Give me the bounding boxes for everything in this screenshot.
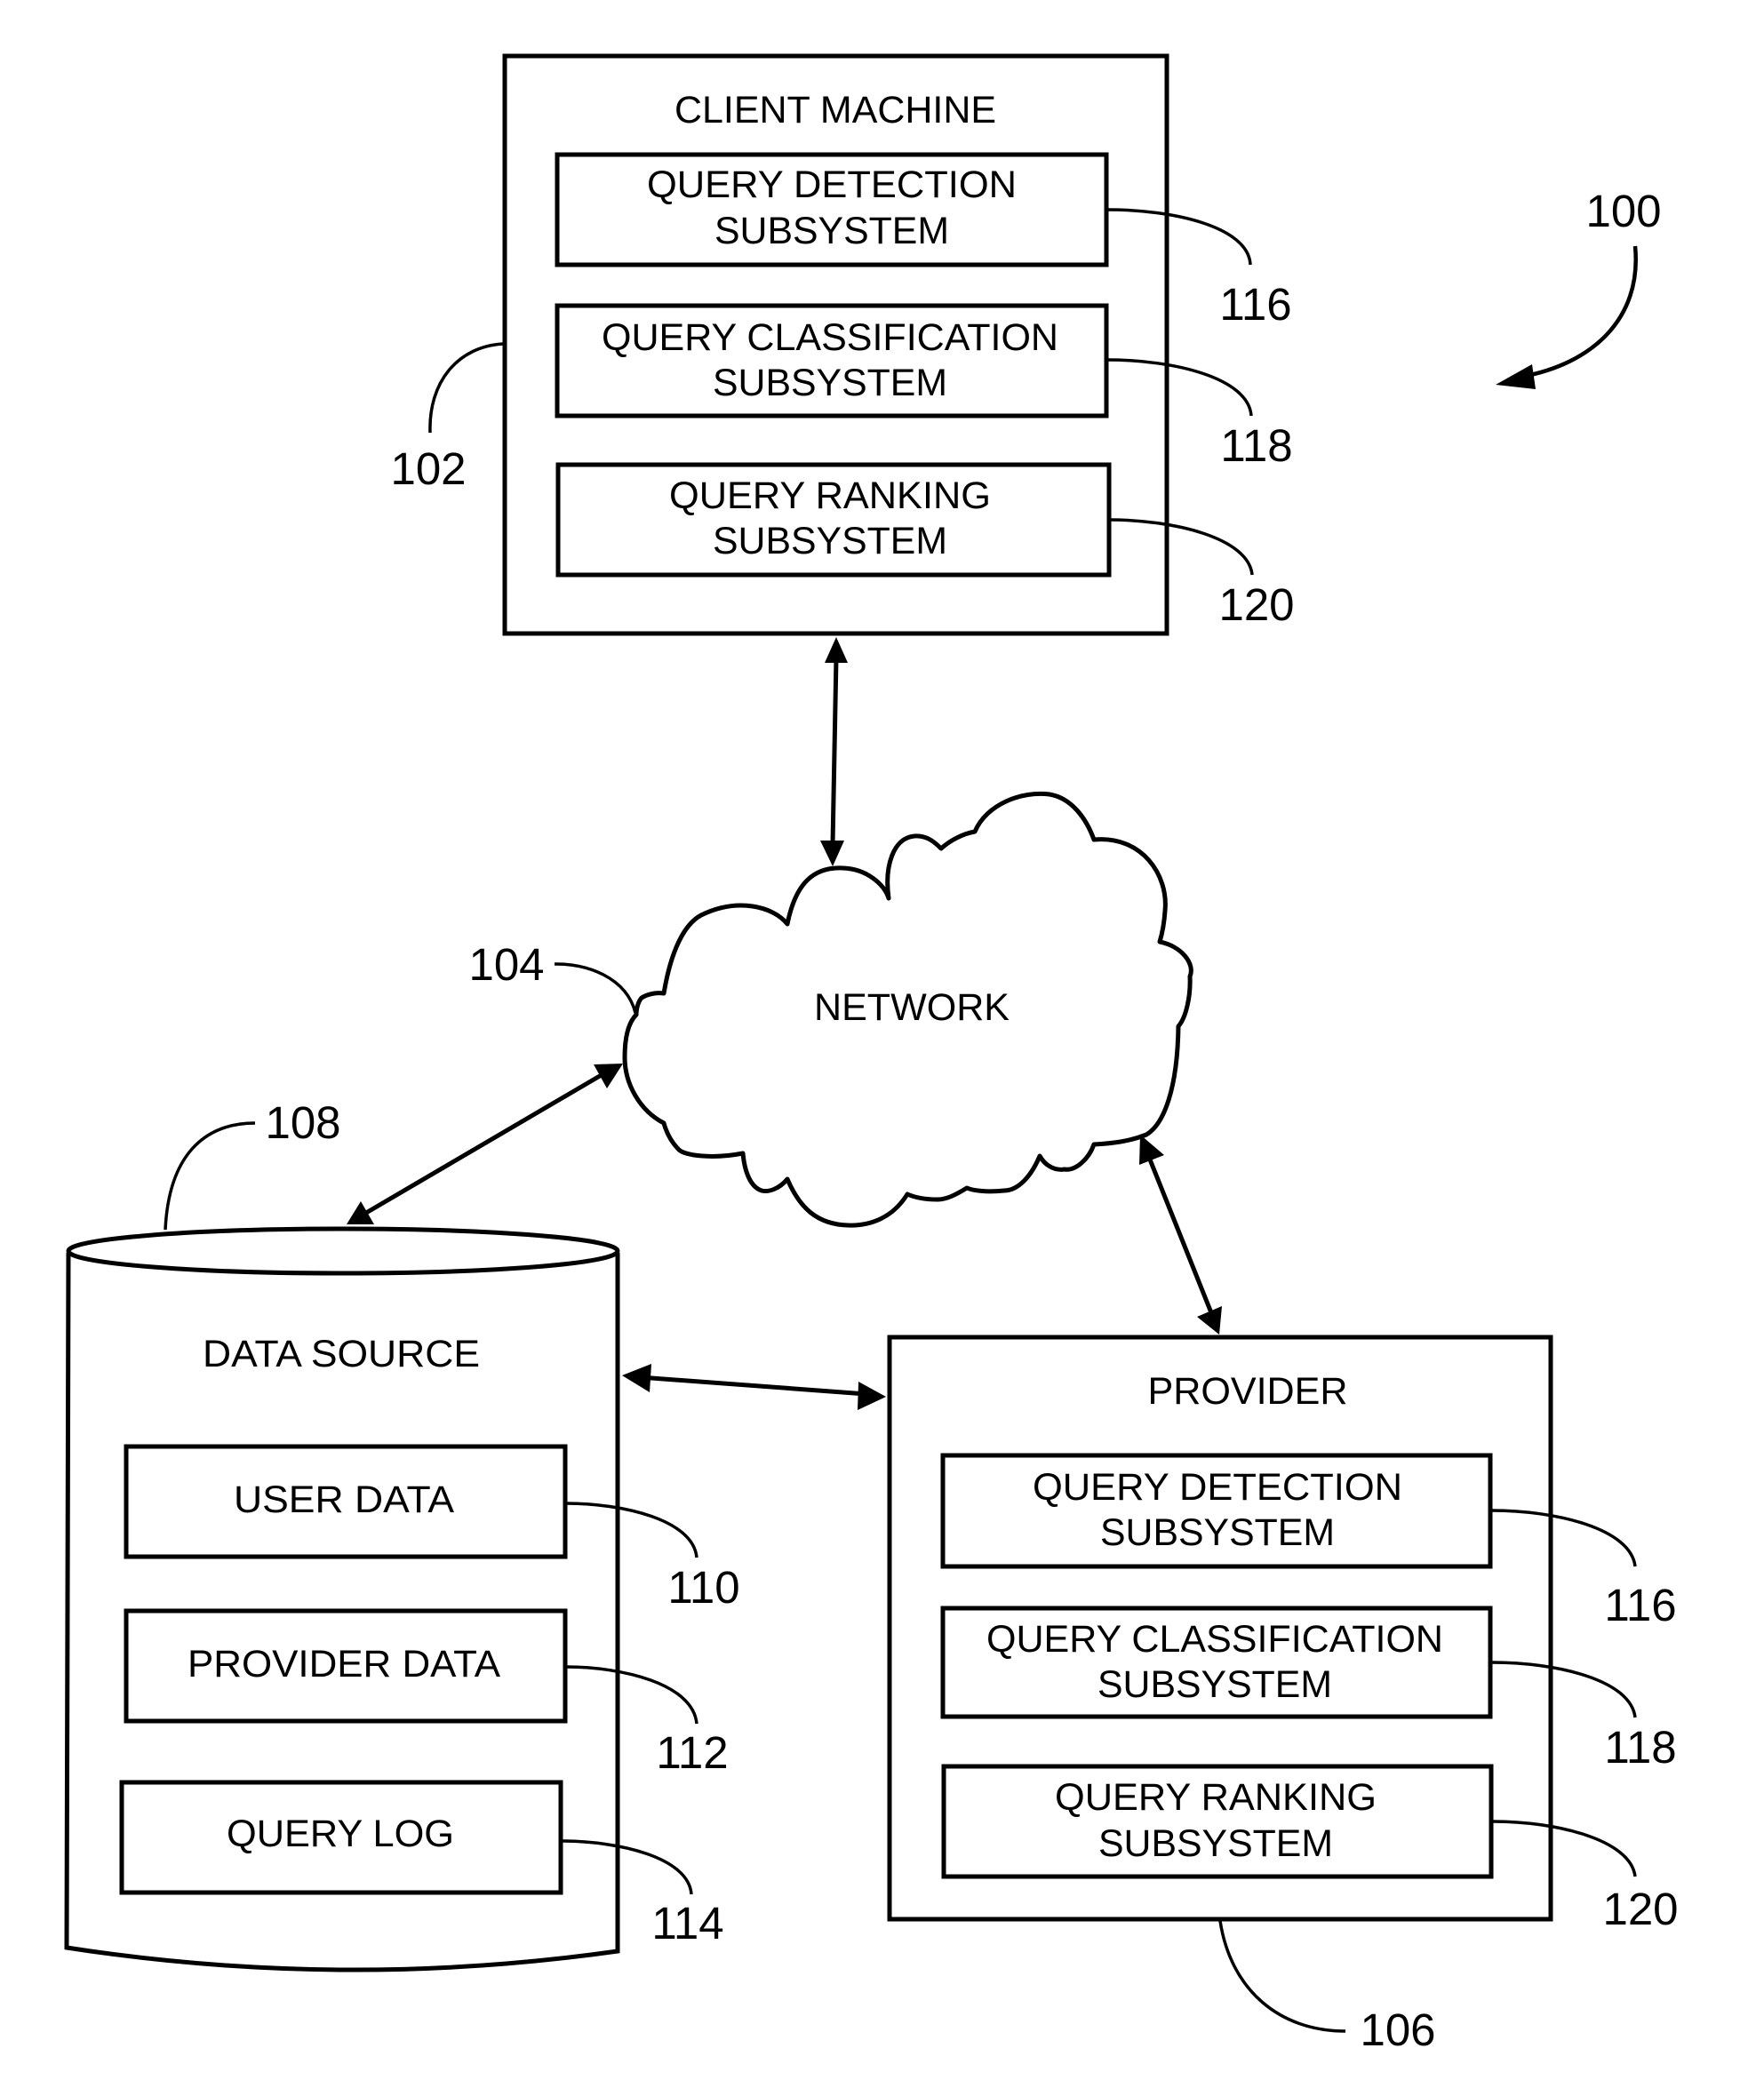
ref-label-104: 104 xyxy=(468,939,544,990)
provider-query-detection-line1: QUERY DETECTION xyxy=(1033,1466,1402,1509)
user-data-label: USER DATA xyxy=(234,1478,454,1521)
ref-label-116-provider: 116 xyxy=(1604,1580,1676,1630)
system-diagram: CLIENT MACHINE QUERY DETECTION SUBSYSTEM… xyxy=(64,53,1679,2055)
provider-data-label: PROVIDER DATA xyxy=(188,1643,500,1686)
client-machine: CLIENT MACHINE QUERY DETECTION SUBSYSTEM… xyxy=(390,53,1295,636)
leader-line-104 xyxy=(554,962,637,1014)
network-provider-connector xyxy=(1145,1154,1215,1316)
ref-label-118-provider: 118 xyxy=(1604,1722,1676,1773)
provider-title: PROVIDER xyxy=(1148,1370,1348,1413)
ref-label-116-client: 116 xyxy=(1219,279,1291,330)
ref-label-100: 100 xyxy=(1585,186,1661,236)
client-query-detection-subsystem: QUERY DETECTION SUBSYSTEM xyxy=(555,152,1109,267)
ref-label-120-provider: 120 xyxy=(1602,1884,1678,1934)
client-machine-title: CLIENT MACHINE xyxy=(674,89,996,131)
query-log-label: QUERY LOG xyxy=(227,1813,454,1855)
provider-query-ranking-subsystem: QUERY RANKING SUBSYSTEM xyxy=(941,1764,1494,1879)
ref-label-102: 102 xyxy=(390,443,466,494)
ref-label-118-client: 118 xyxy=(1220,420,1292,471)
client-query-classification-line2: SUBSYSTEM xyxy=(713,362,947,404)
figure-reference: 100 xyxy=(1496,186,1662,389)
query-log-store: QUERY LOG xyxy=(119,1780,563,1895)
datasource-provider-arrowhead-datasource xyxy=(622,1364,651,1392)
leader-line-108 xyxy=(164,1121,256,1231)
figure-reference-curve xyxy=(1521,245,1638,379)
ref-label-120-client: 120 xyxy=(1218,579,1294,630)
ref-label-110: 110 xyxy=(667,1562,739,1613)
client-network-arrowhead-top xyxy=(825,637,848,663)
provider-query-ranking-line1: QUERY RANKING xyxy=(1055,1776,1377,1819)
provider-query-detection-line2: SUBSYSTEM xyxy=(1100,1511,1335,1554)
provider-query-ranking-line2: SUBSYSTEM xyxy=(1098,1822,1333,1865)
client-query-ranking-line2: SUBSYSTEM xyxy=(713,520,947,562)
data-source-cylinder-top xyxy=(66,1226,620,1276)
client-query-ranking-subsystem: QUERY RANKING SUBSYSTEM xyxy=(555,462,1112,578)
data-source: DATA SOURCE USER DATA PROVIDER DATA QUER… xyxy=(64,1097,740,1972)
client-network-arrowhead-bottom xyxy=(820,841,844,866)
ref-label-108: 108 xyxy=(265,1097,340,1148)
ref-label-106: 106 xyxy=(1360,2004,1435,2055)
provider-data-store: PROVIDER DATA xyxy=(124,1608,568,1724)
client-query-classification-subsystem: QUERY CLASSIFICATION SUBSYSTEM xyxy=(555,303,1109,418)
provider: PROVIDER QUERY DETECTION SUBSYSTEM QUERY… xyxy=(887,1335,1679,2055)
provider-query-detection-subsystem: QUERY DETECTION SUBSYSTEM xyxy=(940,1453,1493,1569)
ref-label-114: 114 xyxy=(651,1898,723,1949)
leader-line-106 xyxy=(1218,1920,1346,2033)
client-query-detection-line1: QUERY DETECTION xyxy=(647,163,1017,206)
figure-reference-arrowhead xyxy=(1496,364,1536,389)
client-network-connector xyxy=(830,657,839,845)
client-query-ranking-line1: QUERY RANKING xyxy=(669,474,991,517)
data-source-title: DATA SOURCE xyxy=(203,1333,480,1375)
datasource-provider-connector xyxy=(639,1375,867,1397)
network-datasource-connector xyxy=(364,1071,606,1215)
provider-query-classification-line1: QUERY CLASSIFICATION xyxy=(986,1618,1443,1661)
ref-label-112: 112 xyxy=(656,1727,728,1778)
user-data-store: USER DATA xyxy=(124,1444,568,1559)
provider-query-classification-line2: SUBSYSTEM xyxy=(1098,1663,1332,1706)
client-query-classification-line1: QUERY CLASSIFICATION xyxy=(602,316,1058,359)
provider-query-classification-subsystem: QUERY CLASSIFICATION SUBSYSTEM xyxy=(940,1606,1493,1719)
network-label: NETWORK xyxy=(814,986,1010,1029)
leader-line-102 xyxy=(428,342,504,434)
client-query-detection-line2: SUBSYSTEM xyxy=(714,210,949,252)
datasource-provider-arrowhead-provider xyxy=(858,1382,886,1410)
